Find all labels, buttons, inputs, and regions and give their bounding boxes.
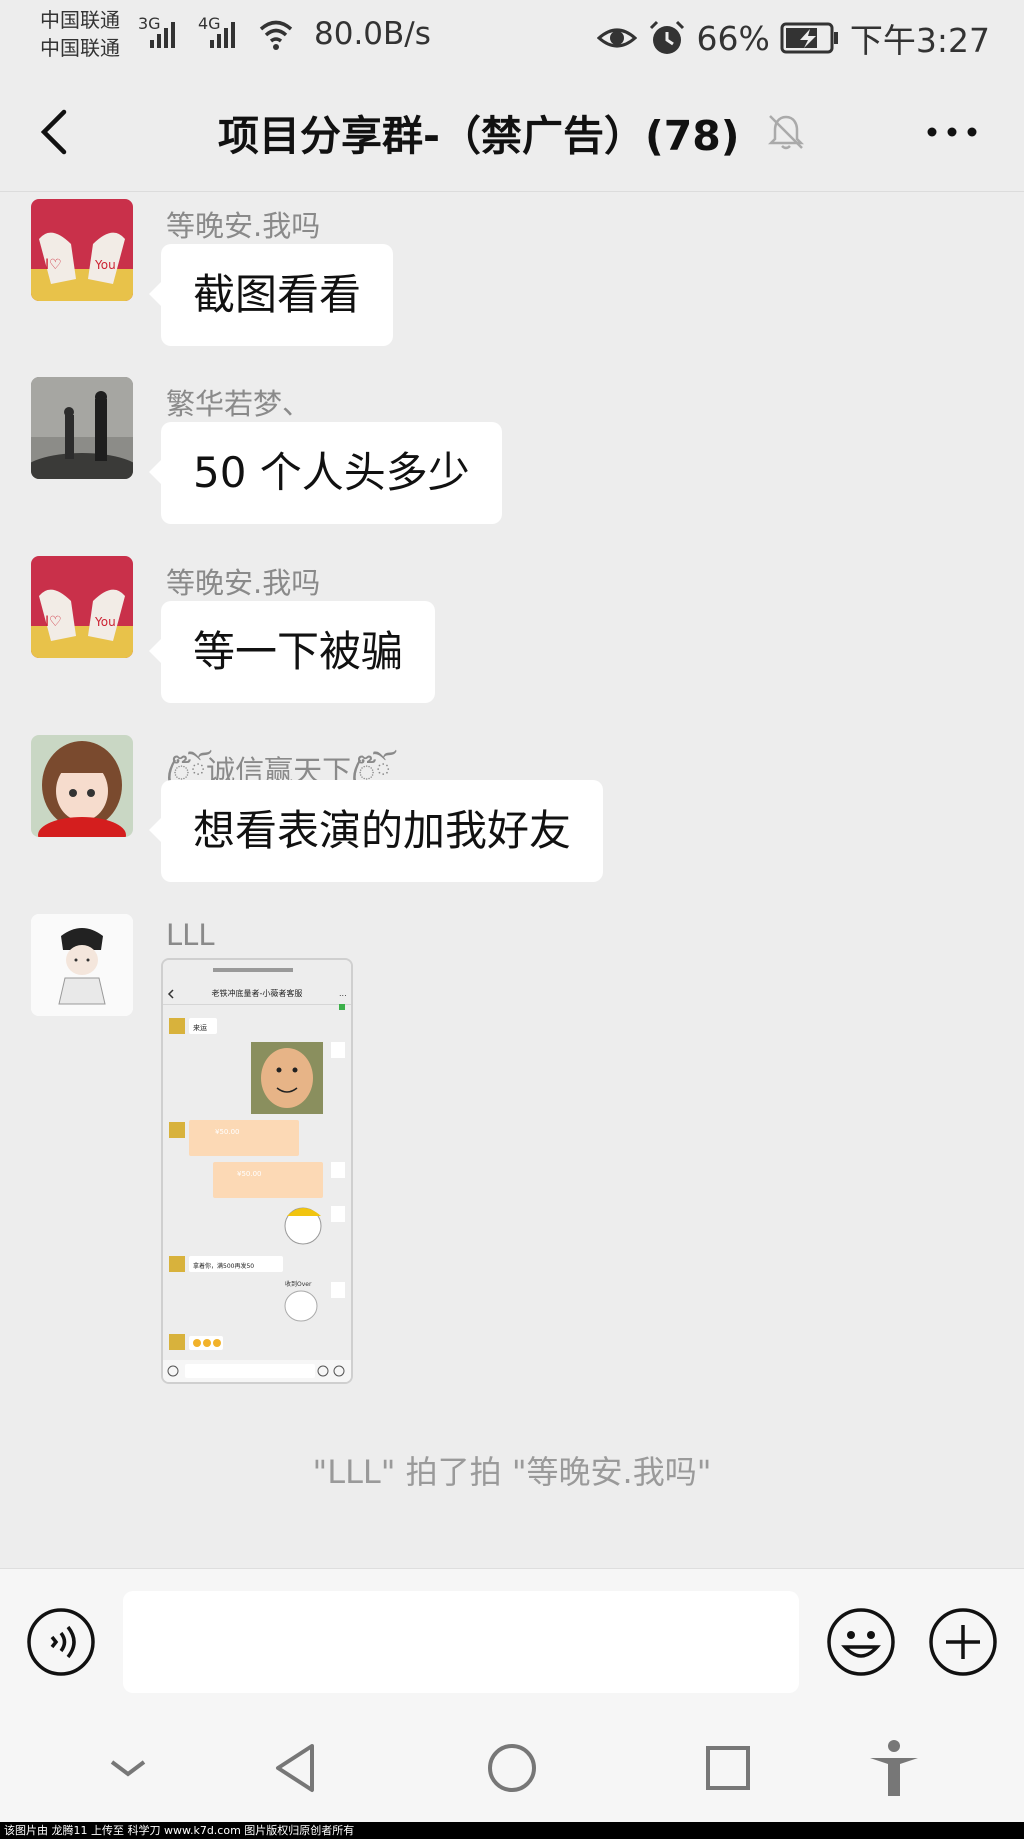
- recents-icon[interactable]: [698, 1738, 758, 1798]
- chat-screenshot-image[interactable]: 老铁冲底量者-小薇者客服 ... 来运 ¥50.00 ¥50.00 拿着你，满5…: [161, 958, 353, 1384]
- wifi-icon: [259, 20, 293, 50]
- chat-header: 项目分享群-（禁广告）(78): [0, 72, 1024, 192]
- message-input[interactable]: [123, 1591, 799, 1693]
- network-speed: 80.0B/s: [314, 16, 431, 52]
- pat-notification: "LLL" 拍了拍 "等晚安.我吗": [312, 1453, 712, 1491]
- thumb-line-5: 收到Over: [285, 1280, 312, 1288]
- avatar[interactable]: I♡ You: [31, 199, 133, 301]
- more-icon[interactable]: [920, 112, 984, 152]
- collapse-icon[interactable]: [98, 1738, 158, 1798]
- accessibility-icon[interactable]: [864, 1738, 924, 1798]
- clock: 下午3:27: [849, 21, 990, 60]
- emoji-icon[interactable]: [826, 1607, 896, 1677]
- eye-icon: [596, 28, 637, 48]
- sender-name: 等晚安.我吗: [166, 209, 321, 243]
- battery-charging-icon: [780, 22, 838, 54]
- sender-name: LLL: [166, 918, 215, 952]
- message-bubble[interactable]: 想看表演的加我好友: [148, 780, 604, 882]
- battery-percent: 66%: [696, 18, 770, 58]
- input-bar: [0, 1568, 1024, 1716]
- status-bar: 中国联通 中国联通 3G 4G 80.0B/s 66% 下午3:27: [0, 0, 1024, 72]
- thumb-title: 老铁冲底量者-小薇者客服: [212, 988, 303, 998]
- svg-text:You: You: [94, 258, 116, 272]
- nav-back-icon[interactable]: [266, 1738, 326, 1798]
- thumb-line-3: ¥50.00: [237, 1170, 262, 1178]
- signal-icon: [150, 18, 175, 48]
- svg-text:I♡: I♡: [45, 614, 62, 630]
- signal-icon: [210, 18, 235, 48]
- sender-name: 繁华若梦、: [166, 387, 312, 421]
- status-right: 66% 下午3:27: [596, 14, 990, 62]
- thumb-line-4: 拿着你，满500再发50: [193, 1262, 254, 1270]
- system-navbar: [0, 1716, 1024, 1822]
- message-bubble[interactable]: 等一下被骗: [148, 601, 436, 703]
- avatar[interactable]: [31, 377, 133, 479]
- watermark-footer: 该图片由 龙腾11 上传至 科学刀 www.k7d.com 图片版权归原创者所有: [0, 1822, 1024, 1839]
- sender-name: 等晚安.我吗: [166, 566, 321, 600]
- plus-icon[interactable]: [928, 1607, 998, 1677]
- thumb-line-1: 来运: [193, 1024, 207, 1032]
- avatar[interactable]: [31, 914, 133, 1016]
- back-arrow-icon[interactable]: [28, 102, 84, 162]
- carrier-labels: 中国联通 中国联通: [40, 6, 120, 62]
- alarm-icon: [649, 20, 684, 54]
- mute-bell-icon: [767, 115, 805, 150]
- message-bubble[interactable]: 截图看看: [148, 244, 394, 346]
- home-icon[interactable]: [482, 1738, 542, 1798]
- page-title: 项目分享群-（禁广告）(78): [218, 112, 740, 160]
- svg-text:You: You: [94, 615, 116, 629]
- avatar[interactable]: [31, 735, 133, 837]
- thumb-line-2: ¥50.00: [215, 1128, 240, 1136]
- message-bubble[interactable]: 50 个人头多少: [149, 422, 502, 524]
- svg-text:I♡: I♡: [45, 257, 62, 273]
- carrier-1: 中国联通: [40, 8, 120, 32]
- carrier-2: 中国联通: [40, 36, 120, 60]
- svg-text:...: ...: [339, 989, 347, 998]
- voice-icon[interactable]: [26, 1607, 96, 1677]
- avatar[interactable]: I♡ You: [31, 556, 133, 658]
